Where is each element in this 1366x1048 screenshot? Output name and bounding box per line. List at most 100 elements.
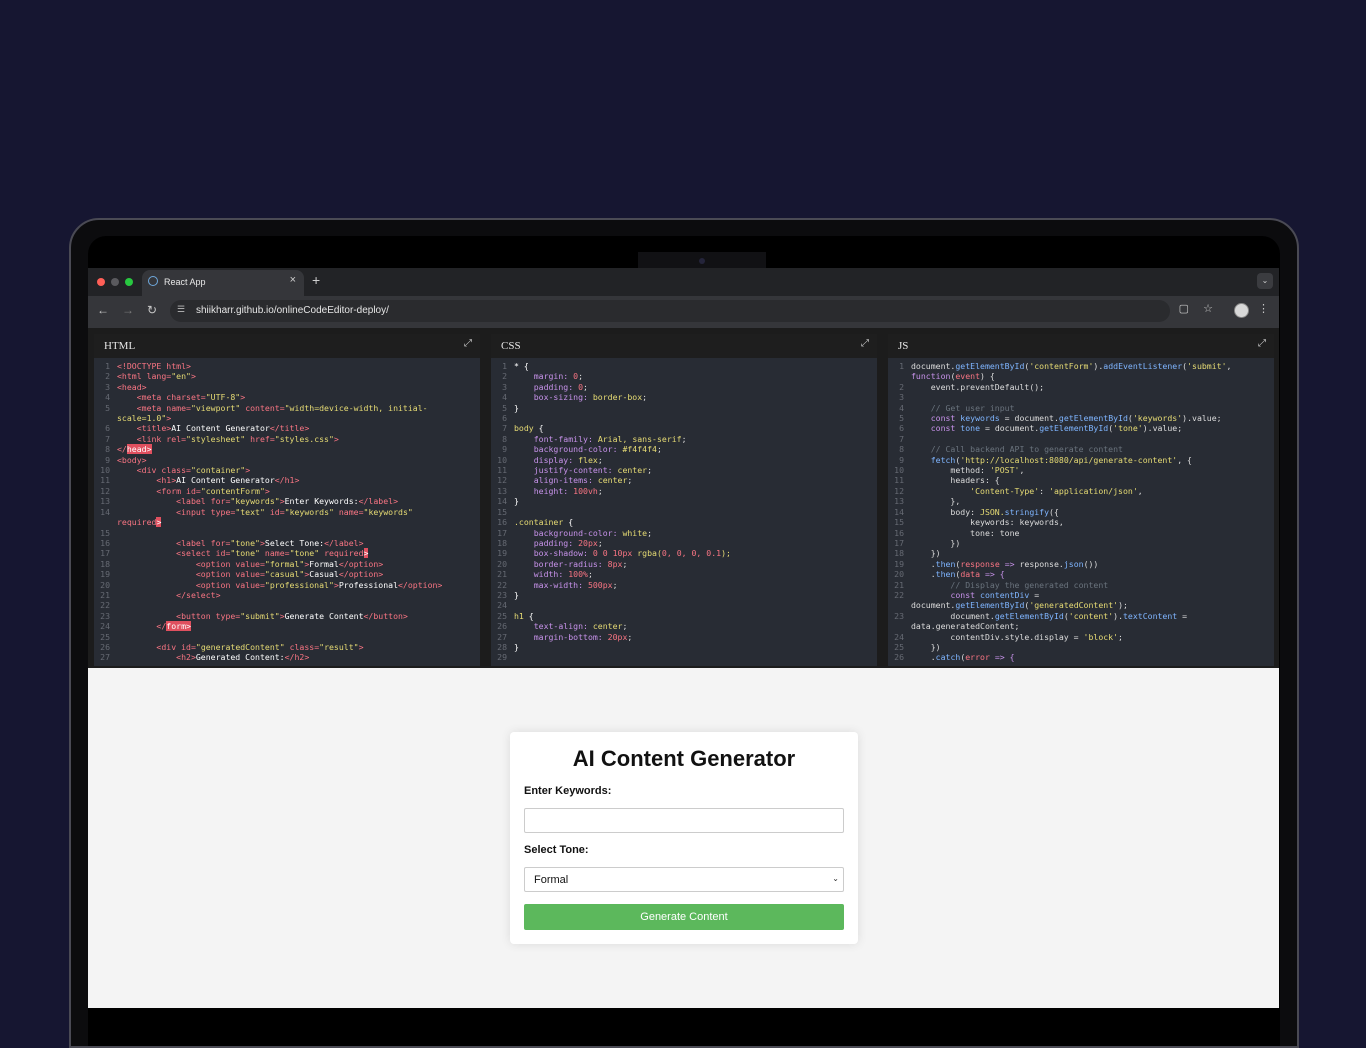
- profile-avatar[interactable]: [1234, 303, 1249, 318]
- code-token: box-sizing:: [514, 392, 593, 403]
- css-pane-header: CSS ⤢: [491, 334, 877, 358]
- code-line: 13 height: 100vh;: [491, 486, 877, 496]
- code-token: <meta: [117, 392, 167, 403]
- code-token: name=: [338, 506, 364, 517]
- html-code-editor[interactable]: 1 <!DOCTYPE html> 2 <html lang="en"> 3 <head>…: [94, 358, 480, 663]
- code-line: 3 <head>: [94, 382, 480, 392]
- code-token: =: [1182, 610, 1188, 621]
- keywords-input[interactable]: [524, 808, 844, 833]
- address-bar[interactable]: ☰ shiikharr.github.io/onlineCodeEditor-d…: [170, 300, 1170, 322]
- code-line: 23}: [491, 590, 877, 600]
- expand-icon[interactable]: ⤢: [1258, 339, 1266, 349]
- cast-icon[interactable]: ▢: [1179, 304, 1189, 315]
- code-token: ;: [597, 537, 603, 548]
- minimize-window-button[interactable]: [111, 278, 119, 286]
- code-token: 'http://localhost:8080/api/generate-cont…: [960, 454, 1178, 465]
- line-number: 23: [100, 610, 110, 621]
- css-code-editor[interactable]: 1 * {2 margin: 0; 3 padding: 0; 4 box-sizin…: [491, 358, 877, 663]
- code-token: "submit": [240, 610, 280, 621]
- expand-icon[interactable]: ⤢: [464, 339, 472, 349]
- code-token: },: [911, 496, 961, 507]
- code-token: 500px: [587, 579, 613, 590]
- tab-search-chevron-icon[interactable]: ⌄: [1257, 273, 1273, 289]
- line-number: 21: [894, 579, 904, 590]
- forward-arrow-icon[interactable]: →: [122, 304, 134, 316]
- expand-icon[interactable]: ⤢: [861, 339, 869, 349]
- line-number: 21: [100, 589, 110, 600]
- code-token: ,: [1226, 361, 1232, 371]
- url-text[interactable]: shiikharr.github.io/onlineCodeEditor-dep…: [196, 305, 389, 316]
- code-token: getElementById: [955, 361, 1025, 371]
- code-token: ).value;: [1142, 423, 1183, 434]
- line-number: 17: [894, 537, 904, 548]
- js-code-editor[interactable]: 1 document.getElementById('contentForm').…: [888, 358, 1274, 663]
- code-token: ;: [587, 569, 593, 580]
- code-token: "text": [235, 506, 270, 517]
- bookmark-star-icon[interactable]: ☆: [1203, 304, 1213, 315]
- code-token: <label: [117, 496, 211, 507]
- reload-icon[interactable]: ↻: [147, 304, 157, 316]
- code-line: 22: [94, 600, 480, 610]
- code-token: height:: [514, 485, 574, 496]
- code-line: 10 method: 'POST',: [888, 465, 1274, 475]
- code-line: function(event) {: [888, 371, 1274, 381]
- code-line: 17 }): [888, 538, 1274, 548]
- code-token: class=: [289, 641, 320, 652]
- tab-react-app[interactable]: React App ×: [142, 270, 304, 296]
- new-tab-button[interactable]: +: [312, 273, 320, 287]
- code-token: data: [960, 569, 985, 580]
- code-token: "professional": [264, 579, 334, 590]
- code-token: }): [911, 548, 941, 559]
- html-editor-pane: HTML ⤢ 1 <!DOCTYPE html> 2 <html lang="en">…: [94, 334, 480, 666]
- line-number: 18: [894, 548, 904, 559]
- line-number: 29: [497, 652, 507, 663]
- code-line: 15: [491, 507, 877, 517]
- line-number: 22: [894, 589, 904, 600]
- code-token: </option>: [338, 558, 384, 569]
- line-number: 7: [899, 433, 904, 444]
- generate-content-button[interactable]: Generate Content: [524, 904, 844, 930]
- code-token: <select: [117, 548, 216, 559]
- html-pane-title: HTML: [104, 340, 136, 352]
- close-window-button[interactable]: [97, 278, 105, 286]
- code-line: 16 .container {: [491, 517, 877, 527]
- code-token: for=: [210, 496, 231, 507]
- line-number: 3: [105, 381, 110, 392]
- code-line: 9 background-color: #f4f4f4;: [491, 444, 877, 454]
- code-token: }): [911, 537, 961, 548]
- code-line: 8 </head>: [94, 444, 480, 455]
- code-line: 23 document.getElementById('content').te…: [888, 611, 1274, 621]
- code-token: response.: [1019, 558, 1064, 569]
- code-line: 26 text-align: center;: [491, 621, 877, 631]
- site-settings-icon[interactable]: ☰: [177, 305, 185, 314]
- code-line: 20 <option value="professional">Professi…: [94, 580, 480, 590]
- tab-close-icon[interactable]: ×: [290, 275, 296, 286]
- line-number: 7: [105, 433, 110, 444]
- code-line: 25 h1 {: [491, 611, 877, 621]
- code-line: 4 <meta charset="UTF-8">: [94, 392, 480, 402]
- code-line: 26 <div id="generatedContent" class="res…: [94, 642, 480, 652]
- keywords-label: Enter Keywords:: [524, 785, 612, 797]
- code-token: 'block': [1083, 631, 1119, 642]
- code-token: >: [166, 413, 172, 424]
- code-token: ).value;: [1182, 413, 1222, 424]
- menu-dots-icon[interactable]: ⋮: [1258, 304, 1269, 315]
- code-token: form>: [166, 621, 191, 632]
- line-number: 13: [894, 496, 904, 507]
- back-arrow-icon[interactable]: ←: [97, 304, 109, 316]
- code-token: headers: {: [911, 475, 1000, 486]
- code-token: ;: [627, 475, 633, 486]
- code-line: 7 body {: [491, 423, 877, 433]
- tone-select[interactable]: Formal ⌄: [524, 867, 844, 892]
- code-token: align-items:: [514, 475, 598, 486]
- code-token: document.: [911, 600, 956, 611]
- line-number: 27: [100, 652, 110, 663]
- camera-icon: [699, 258, 705, 264]
- code-line: 25 }): [888, 642, 1274, 652]
- code-line: 17 <select id="tone" name="tone" require…: [94, 548, 480, 559]
- code-line: 28}: [491, 642, 877, 652]
- maximize-window-button[interactable]: [125, 278, 133, 286]
- code-line: 6 const tone = document.getElementById('…: [888, 423, 1274, 433]
- code-token: <head>: [117, 381, 147, 392]
